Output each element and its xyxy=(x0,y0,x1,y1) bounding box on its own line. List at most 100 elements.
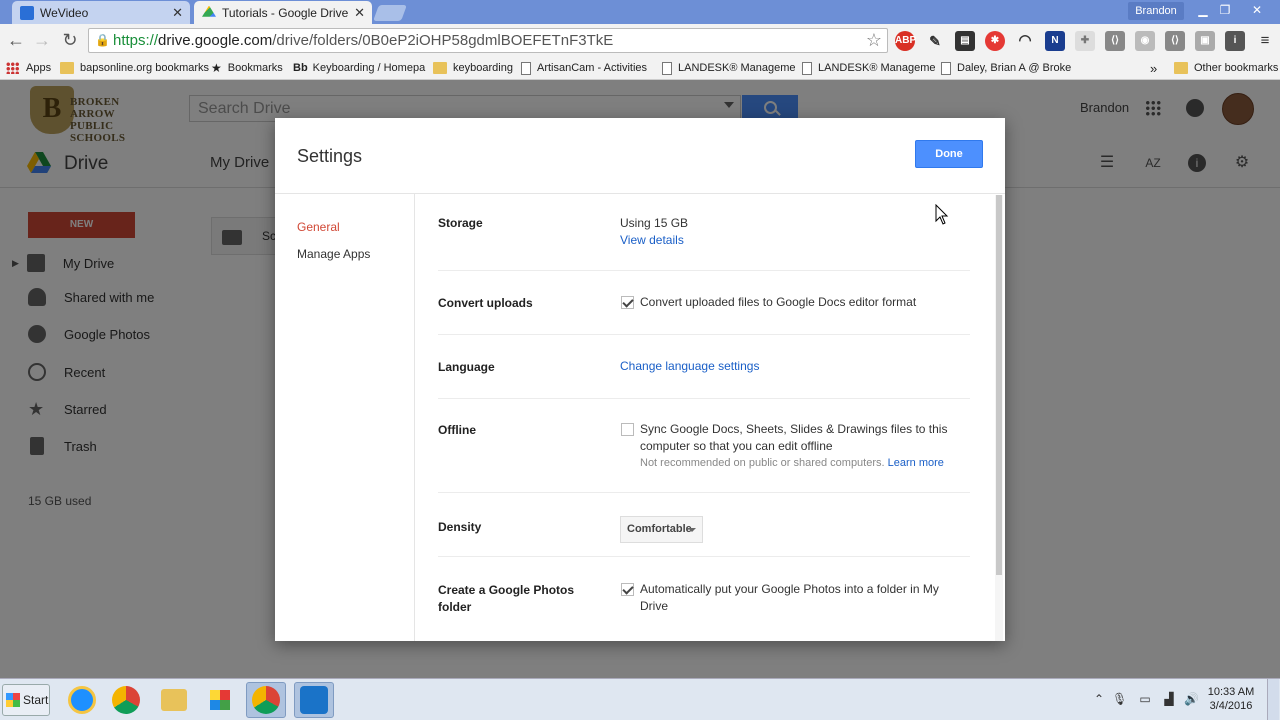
nav-manage-apps[interactable]: Manage Apps xyxy=(297,247,370,261)
start-button[interactable]: Start xyxy=(2,684,50,716)
puzzle-icon[interactable]: ✚ xyxy=(1075,31,1095,51)
folder-icon xyxy=(60,62,74,74)
extension-icon[interactable]: ▣ xyxy=(1195,31,1215,51)
language-label: Language xyxy=(438,360,495,374)
bookmark-bapsonline[interactable]: bapsonline.org bookmarks xyxy=(60,59,209,77)
tab-title: Tutorials - Google Drive xyxy=(222,5,349,20)
extension-icon[interactable]: ⟨⟩ xyxy=(1105,31,1125,51)
bookmark-label: LANDESK® Manageme xyxy=(678,62,796,74)
bookmark-star-icon[interactable]: ☆ xyxy=(866,30,882,51)
tab-google-drive[interactable]: Tutorials - Google Drive ✕ xyxy=(194,1,372,24)
nav-general[interactable]: General xyxy=(297,220,340,234)
recorder-taskbar-button[interactable] xyxy=(294,682,334,718)
divider xyxy=(438,270,970,271)
bookmark-landesk-2[interactable]: LANDESK® Manageme xyxy=(802,59,936,77)
bookmark-other[interactable]: Other bookmarks xyxy=(1174,59,1278,77)
folder-icon xyxy=(161,689,187,711)
close-tab-icon[interactable]: ✕ xyxy=(172,5,183,21)
restore-icon[interactable]: ❐ xyxy=(1212,1,1238,19)
browser-title-bar: WeVideo ✕ Tutorials - Google Drive ✕ Bra… xyxy=(0,0,1280,24)
extension-icon[interactable]: ◉ xyxy=(1135,31,1155,51)
bookmark-daley[interactable]: Daley, Brian A @ Broke xyxy=(941,59,1071,77)
apps-grid-icon xyxy=(6,62,20,74)
offline-text-line: computer so that you can edit offline xyxy=(640,439,833,453)
view-details-link[interactable]: View details xyxy=(620,232,684,249)
done-button[interactable]: Done xyxy=(915,140,983,168)
page-icon xyxy=(802,61,812,75)
settings-nav: General Manage Apps xyxy=(275,194,415,641)
mouse-pointer-icon xyxy=(935,204,949,225)
headphones-icon[interactable]: ◠ xyxy=(1015,31,1035,51)
star-icon: ★ xyxy=(211,61,222,75)
address-bar[interactable]: 🔒 https://drive.google.com/drive/folders… xyxy=(88,28,888,53)
apps-taskbar-button[interactable] xyxy=(200,682,240,718)
bookmark-bookmarks[interactable]: ★ Bookmarks xyxy=(211,59,283,77)
close-window-icon[interactable]: ✕ xyxy=(1242,1,1272,19)
bookmark-keyboarding[interactable]: keyboarding xyxy=(433,59,513,77)
network-signal-icon[interactable]: ▟ xyxy=(1162,692,1176,706)
extension-icon[interactable]: ▤ xyxy=(955,31,975,51)
learn-more-link[interactable]: Learn more xyxy=(888,457,944,469)
extension-icon[interactable]: i xyxy=(1225,31,1245,51)
forward-arrow-icon[interactable]: → xyxy=(32,30,52,50)
google-photos-label: Create a Google Photos xyxy=(438,583,575,597)
bookmark-label: Apps xyxy=(26,62,52,74)
internet-explorer-taskbar-button[interactable] xyxy=(62,682,102,718)
device-icon[interactable]: ▭ xyxy=(1138,692,1152,706)
bookmark-artisancam[interactable]: ArtisanCam - Activities xyxy=(521,59,647,77)
file-explorer-taskbar-button[interactable] xyxy=(154,682,194,718)
density-dropdown[interactable]: Comfortable xyxy=(620,516,703,543)
google-photos-checkbox[interactable] xyxy=(621,583,634,596)
clock-time: 10:33 AM xyxy=(1207,686,1255,698)
chrome-taskbar-button[interactable] xyxy=(106,682,146,718)
volume-icon[interactable]: 🔊 xyxy=(1184,692,1199,706)
lock-icon: 🔒 xyxy=(95,33,110,47)
internet-explorer-icon xyxy=(68,686,96,714)
windows-taskbar: Start ⌃ 🎙 ▭ ▟ 🔊 xyxy=(0,678,1280,720)
chrome-menu-icon[interactable]: ≡ xyxy=(1255,31,1275,51)
bookmark-keyboarding-homepage[interactable]: Bb Keyboarding / Homepa xyxy=(293,59,425,77)
extension-icon[interactable]: ⟨⟩ xyxy=(1165,31,1185,51)
offline-note: Not recommended on public or shared comp… xyxy=(640,456,944,471)
bookmark-label: keyboarding xyxy=(453,62,513,74)
offline-checkbox[interactable] xyxy=(621,423,634,436)
show-hidden-icons-icon[interactable]: ⌃ xyxy=(1092,692,1106,706)
chrome-active-taskbar-button[interactable] xyxy=(246,682,286,718)
close-tab-icon[interactable]: ✕ xyxy=(354,5,365,21)
bookmark-label: Keyboarding / Homepa xyxy=(312,62,426,74)
divider xyxy=(438,398,970,399)
back-arrow-icon[interactable]: ← xyxy=(6,30,26,50)
windows-logo-icon xyxy=(6,693,20,707)
show-desktop-button[interactable] xyxy=(1267,679,1279,720)
tab-wevideo[interactable]: WeVideo ✕ xyxy=(12,1,190,24)
page-icon xyxy=(662,61,672,75)
bookmark-label: Bookmarks xyxy=(227,62,283,74)
microphone-icon[interactable]: 🎙 xyxy=(1112,692,1127,706)
more-bookmarks-chevron-icon[interactable]: » xyxy=(1150,59,1157,77)
convert-uploads-checkbox[interactable] xyxy=(621,296,634,309)
convert-uploads-text: Convert uploaded files to Google Docs ed… xyxy=(640,295,917,309)
reload-icon[interactable]: ↻ xyxy=(60,30,80,50)
bookmark-label: Other bookmarks xyxy=(1194,62,1279,74)
divider xyxy=(438,556,970,557)
adblock-icon[interactable]: ABP xyxy=(895,31,916,51)
url-scheme: https:// xyxy=(113,32,159,49)
google-drive-icon xyxy=(202,5,216,17)
storage-value: Using 15 GB xyxy=(620,216,689,230)
bookmark-label: Daley, Brian A @ Broke xyxy=(957,62,1072,74)
settings-scrollbar-thumb[interactable] xyxy=(996,195,1002,575)
bookmark-landesk-1[interactable]: LANDESK® Manageme xyxy=(662,59,796,77)
apps-grid-icon xyxy=(210,690,230,710)
new-tab-button[interactable] xyxy=(373,5,407,21)
divider xyxy=(438,334,970,335)
clock[interactable]: 10:33 AM 3/4/2016 xyxy=(1205,685,1257,713)
change-language-link[interactable]: Change language settings xyxy=(620,358,759,375)
profile-button[interactable]: Brandon xyxy=(1128,2,1184,20)
google-photos-text-line: Drive xyxy=(640,599,669,613)
offline-label: Offline xyxy=(438,423,476,437)
bookmark-apps[interactable]: Apps xyxy=(6,59,51,77)
extension-icon[interactable]: N xyxy=(1045,31,1065,51)
eyedropper-icon[interactable]: ✎ xyxy=(925,31,945,51)
page-icon xyxy=(521,61,531,75)
extension-icon[interactable]: ✱ xyxy=(985,31,1005,51)
